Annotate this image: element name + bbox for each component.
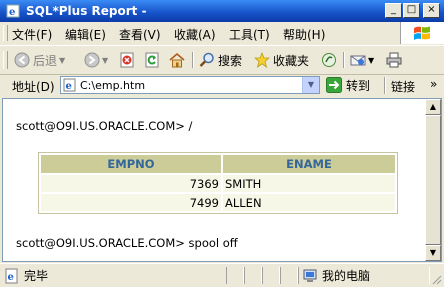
address-label: 地址(D) (12, 80, 55, 94)
scroll-thumb[interactable] (425, 115, 441, 245)
security-zone[interactable]: 我的电脑 (302, 267, 370, 284)
toolbar-separator (343, 52, 345, 68)
address-value[interactable]: C:\emp.htm (80, 79, 145, 92)
minimize-button[interactable]: _ (385, 3, 402, 18)
refresh-button[interactable] (144, 50, 160, 70)
home-button[interactable] (169, 50, 185, 70)
links-separator (384, 77, 386, 94)
stop-button[interactable] (119, 50, 135, 70)
table-cell: 7369 (41, 175, 221, 192)
refresh-icon (145, 52, 159, 68)
menu-edit[interactable]: 编辑(E) (65, 26, 106, 43)
title-bar[interactable]: e SQL*Plus Report - _ □ × (0, 0, 444, 22)
status-cell (262, 267, 280, 284)
status-cell (226, 267, 244, 284)
toolbar-separator (192, 52, 194, 68)
forward-icon (84, 52, 100, 68)
menu-help[interactable]: 帮助(H) (283, 26, 325, 43)
svg-text:e: e (66, 81, 72, 92)
status-cell (280, 267, 298, 284)
forward-dropdown-icon[interactable]: ▼ (102, 56, 108, 65)
go-arrow-icon (326, 77, 342, 93)
svg-text:e: e (9, 7, 15, 18)
search-label: 搜索 (218, 53, 243, 68)
close-button[interactable]: × (423, 3, 440, 18)
links-button[interactable]: 链接 (391, 78, 415, 95)
report-table: EMPNO ENAME 7369 SMITH 7499 ALLEN (38, 152, 398, 214)
table-header-row: EMPNO ENAME (41, 155, 395, 173)
column-header-ename: ENAME (223, 155, 395, 173)
table-cell: SMITH (223, 175, 395, 192)
mail-dropdown-icon[interactable]: ▼ (368, 56, 374, 65)
table-row: 7499 ALLEN (41, 194, 395, 211)
scroll-down-icon[interactable]: ▼ (425, 245, 441, 261)
status-bar: e 完毕 我的电脑 (0, 263, 444, 287)
search-icon (199, 52, 214, 67)
table-cell: 7499 (41, 194, 221, 211)
browser-window: e SQL*Plus Report - _ □ × 文件(F) 编辑(E) 查看… (0, 0, 444, 287)
go-button[interactable]: 转到 (326, 76, 370, 94)
page-content-frame: scott@O9I.US.ORACLE.COM> / EMPNO ENAME 7… (2, 98, 442, 262)
menu-tools[interactable]: 工具(T) (229, 26, 270, 43)
page-done-icon: e (5, 268, 18, 283)
resize-grip-icon[interactable] (430, 273, 442, 285)
window-title: SQL*Plus Report - (26, 4, 147, 18)
media-icon (322, 53, 336, 67)
address-input[interactable]: e C:\emp.htm ▼ (60, 76, 320, 94)
back-dropdown-icon[interactable]: ▼ (59, 56, 65, 65)
forward-button[interactable]: ▼ (84, 50, 108, 70)
table-cell: ALLEN (223, 194, 395, 211)
back-button[interactable]: 后退 ▼ (14, 50, 65, 70)
menu-view[interactable]: 查看(V) (119, 26, 161, 43)
scroll-up-icon[interactable]: ▲ (425, 99, 441, 115)
windows-flag-icon (414, 26, 430, 40)
maximize-button[interactable]: □ (403, 3, 420, 18)
ie-page-icon: e (63, 78, 76, 92)
print-icon (386, 52, 402, 68)
sql-prompt-spool-off: scott@O9I.US.ORACLE.COM> spool off (16, 236, 238, 250)
status-done-label: 完毕 (24, 269, 49, 283)
media-button[interactable] (321, 50, 337, 70)
favorites-label: 收藏夹 (273, 53, 310, 68)
my-computer-icon (303, 269, 317, 282)
menu-bar: 文件(F) 编辑(E) 查看(V) 收藏(A) 工具(T) 帮助(H) (0, 22, 400, 44)
go-label: 转到 (346, 78, 371, 93)
back-icon (14, 52, 30, 68)
home-icon (169, 52, 185, 68)
search-button[interactable]: 搜索 (199, 50, 242, 70)
address-bar: 地址(D) e C:\emp.htm ▼ 转到 链接 » (0, 74, 444, 97)
menu-file[interactable]: 文件(F) (12, 26, 52, 43)
stop-icon (120, 52, 134, 68)
table-row: 7369 SMITH (41, 175, 395, 192)
status-cell (244, 267, 262, 284)
ie-page-icon: e (6, 4, 20, 18)
status-done: e 完毕 (4, 267, 48, 284)
back-label: 后退 (33, 53, 58, 68)
favorites-icon (254, 52, 270, 68)
document-area: scott@O9I.US.ORACLE.COM> / EMPNO ENAME 7… (3, 99, 425, 261)
vertical-scrollbar[interactable]: ▲ ▼ (425, 99, 441, 261)
menu-grip[interactable] (3, 25, 8, 41)
menu-favorites[interactable]: 收藏(A) (174, 26, 216, 43)
favorites-button[interactable]: 收藏夹 (254, 50, 309, 70)
print-button[interactable] (386, 50, 402, 70)
column-header-empno: EMPNO (41, 155, 221, 173)
links-chevron-icon[interactable]: » (430, 77, 437, 91)
standard-toolbar: 后退 ▼ ▼ 搜索 收藏夹 ▼ (0, 45, 444, 75)
mail-button[interactable]: ▼ (350, 50, 374, 70)
mail-icon (350, 55, 366, 66)
windows-logo-box (400, 22, 444, 44)
zone-label: 我的电脑 (322, 269, 371, 283)
toolbar-grip[interactable] (3, 51, 8, 69)
sql-prompt-run: scott@O9I.US.ORACLE.COM> / (16, 119, 193, 133)
svg-text:e: e (8, 272, 14, 283)
address-dropdown-icon[interactable]: ▼ (302, 77, 319, 93)
